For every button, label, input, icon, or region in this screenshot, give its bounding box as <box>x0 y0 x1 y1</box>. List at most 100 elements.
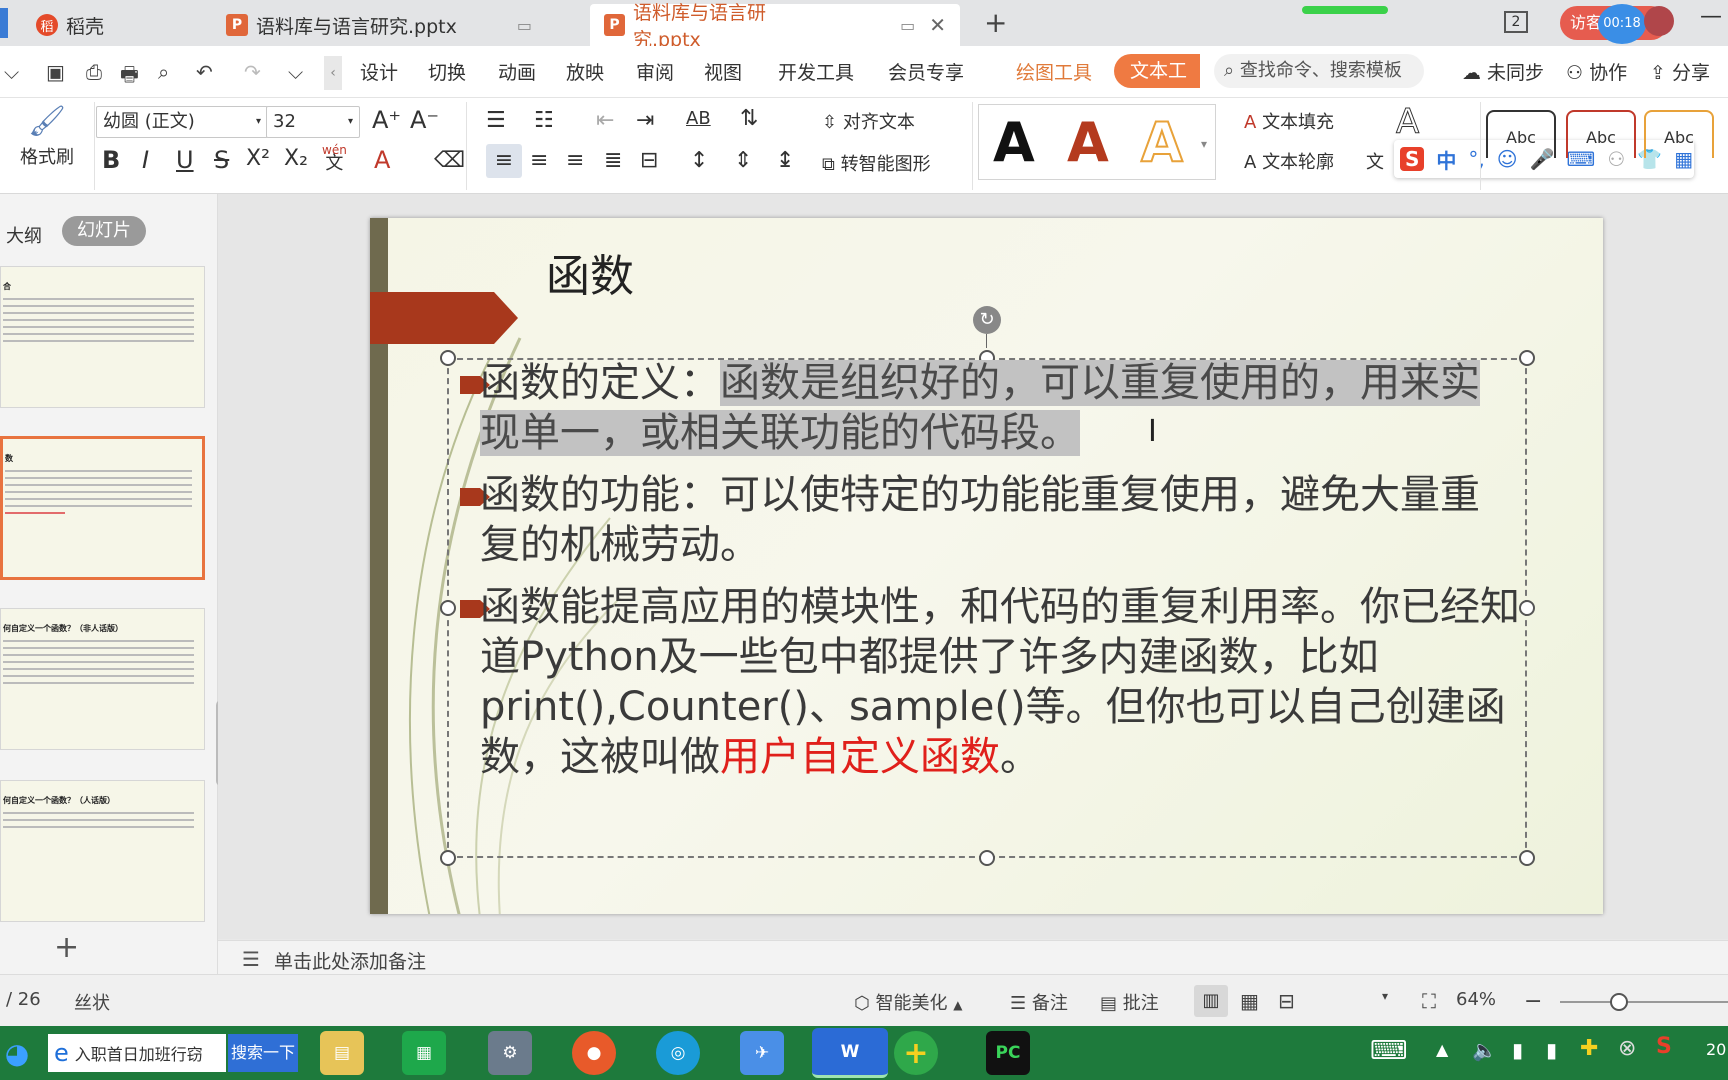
align-right-icon[interactable]: ≡ <box>566 148 584 173</box>
start-icon[interactable]: ◕ <box>0 1031 34 1075</box>
align-center-icon[interactable]: ≡ <box>530 148 548 173</box>
text-effects-label[interactable]: 文 <box>1366 148 1384 174</box>
resize-handle-se[interactable] <box>1519 850 1535 866</box>
decrease-indent-icon[interactable]: ⇤ <box>596 108 614 133</box>
collab-button[interactable]: ⚇ 协作 <box>1566 58 1627 85</box>
paragraph-spacing-icon[interactable]: ⇕ <box>734 148 752 173</box>
superscript-icon[interactable]: X² <box>246 146 270 171</box>
search-button[interactable]: 搜索一下 <box>228 1034 298 1072</box>
strikethrough-icon[interactable]: S <box>214 146 229 174</box>
slide-thumbnail-2[interactable]: 数 <box>0 436 205 580</box>
notes-toggle-button[interactable]: ☰ 备注 <box>1010 989 1068 1015</box>
tray-expand-icon[interactable]: ▲ <box>1436 1040 1448 1059</box>
phonetic-guide-button[interactable]: wén 文 <box>322 144 347 173</box>
smart-beautify-button[interactable]: ⬡ 智能美化 ▲ <box>854 989 962 1015</box>
system-tools-icon[interactable]: ⚙ <box>488 1031 532 1075</box>
print-preview-icon[interactable]: ⌕ <box>158 60 169 84</box>
sogou-icon[interactable]: S <box>1400 147 1425 171</box>
wordart-style-black[interactable]: A <box>993 111 1035 174</box>
screen-icon[interactable]: ▭ <box>517 16 532 35</box>
feishu-icon[interactable]: ✈ <box>740 1031 784 1075</box>
tab-doc-2[interactable]: P 语料库与语言研究.pptx ▭ ✕ <box>590 2 960 51</box>
zoom-out-icon[interactable]: − <box>1524 989 1542 1014</box>
underline-icon[interactable]: U <box>176 146 194 174</box>
close-circle-icon[interactable]: ⊗ <box>1618 1036 1636 1061</box>
text-outline-button[interactable]: A 文本轮廓 <box>1244 148 1334 174</box>
pycharm-icon[interactable]: PC <box>986 1031 1030 1075</box>
shape-style-1[interactable]: Abc <box>1486 110 1556 158</box>
resize-handle-w[interactable] <box>440 600 456 616</box>
menu-review[interactable]: 审阅 <box>636 58 674 85</box>
minimize-icon[interactable]: — <box>1700 4 1722 29</box>
numbering-icon[interactable]: ☷ <box>534 108 554 133</box>
screen-icon[interactable]: ▭ <box>900 16 915 35</box>
slide-thumbnail-4[interactable]: 何自定义一个函数？（人话版） <box>0 780 205 922</box>
keyboard-icon[interactable]: ⌨ <box>1370 1036 1408 1066</box>
unsync-button[interactable]: ☁ 未同步 <box>1462 58 1544 85</box>
font-name-select[interactable]: 幼圆 (正文) ▾ <box>96 106 268 138</box>
menu-text-tools[interactable]: 文本工具 <box>1114 54 1200 88</box>
tab-doc-1[interactable]: P 语料库与语言研究.pptx ▭ <box>212 4 582 46</box>
gallery-expand-icon[interactable]: ▾ <box>1201 137 1207 151</box>
undo-icon[interactable]: ↶ <box>196 60 213 84</box>
store-icon[interactable]: ▦ <box>402 1031 446 1075</box>
command-search[interactable]: ⌕ 查找命令、搜索模板 <box>1214 54 1424 88</box>
save-icon[interactable]: ▣ <box>46 60 65 84</box>
font-color-icon[interactable]: A <box>374 146 390 174</box>
spacing-icon[interactable]: ↨ <box>776 148 794 173</box>
reading-view-icon[interactable]: ⊟ <box>1278 989 1295 1013</box>
italic-icon[interactable]: I <box>142 146 149 174</box>
format-painter-button[interactable]: 🖌 格式刷 <box>16 104 78 169</box>
comments-button[interactable]: ▤ 批注 <box>1100 989 1159 1015</box>
quick-print-icon[interactable]: ⎙ <box>86 60 102 84</box>
smart-shape-button[interactable]: ⧉ 转智能图形 <box>822 150 931 176</box>
text-direction-icon[interactable]: AB <box>686 108 711 129</box>
menu-transition[interactable]: 切换 <box>428 58 466 85</box>
360-tray-icon[interactable]: ✚ <box>1580 1036 1598 1061</box>
chevron-down-icon[interactable]: ⌵ <box>4 60 19 84</box>
resize-handle-sw[interactable] <box>440 850 456 866</box>
subscript-icon[interactable]: X₂ <box>284 146 308 171</box>
bold-icon[interactable]: B <box>102 146 120 174</box>
slide-thumbnail-3[interactable]: 何自定义一个函数？（非人话版） <box>0 608 205 750</box>
eraser-icon[interactable]: ⌫ <box>434 148 465 173</box>
redo-icon[interactable]: ↷ <box>244 60 261 84</box>
volume-icon[interactable]: 🔈 <box>1472 1038 1497 1062</box>
font-shrink-icon[interactable]: A⁻ <box>410 106 439 134</box>
text-fill-button[interactable]: A 文本填充 <box>1244 108 1334 134</box>
ime-mode[interactable]: 中 <box>1436 145 1456 174</box>
fit-window-icon[interactable]: ⛶ <box>1422 989 1436 1013</box>
wps-taskbar-icon[interactable]: W <box>812 1028 888 1078</box>
new-tab-button[interactable]: + <box>984 6 1007 39</box>
slide-title[interactable]: 函数 <box>546 240 634 304</box>
share-button[interactable]: ⇪ 分享 <box>1650 58 1710 85</box>
chevron-down-icon[interactable]: ▾ <box>1382 989 1388 1003</box>
add-slide-button[interactable]: + <box>54 930 79 965</box>
page-count-badge[interactable]: 2 <box>1504 11 1528 33</box>
battery-icon[interactable]: ▮ <box>1512 1038 1523 1062</box>
menu-animation[interactable]: 动画 <box>498 58 536 85</box>
avatar[interactable] <box>1644 6 1674 36</box>
scroll-left-icon[interactable]: ‹ <box>324 56 342 90</box>
slides-tab[interactable]: 幻灯片 <box>62 216 146 246</box>
grid-view-icon[interactable]: ▦ <box>1240 989 1259 1013</box>
shape-style-2[interactable]: Abc <box>1566 110 1636 158</box>
punctuation-icon[interactable]: °, <box>1468 147 1484 171</box>
line-spacing-icon[interactable]: ↕ <box>690 148 708 173</box>
customize-icon[interactable]: ⌵ <box>288 60 303 84</box>
font-grow-icon[interactable]: A⁺ <box>372 106 401 134</box>
align-left-icon[interactable]: ≡ <box>486 144 522 178</box>
slide[interactable]: 函数 ↻ 函数的定义：函数是组织好的，可以重复使用的，用来实现单一，或相关联功能… <box>370 218 1603 914</box>
menu-slideshow[interactable]: 放映 <box>566 58 604 85</box>
resize-handle-ne[interactable] <box>1519 350 1535 366</box>
menu-member[interactable]: 会员专享 <box>888 58 964 85</box>
wordart-style-orange-outline[interactable]: A <box>1140 110 1184 175</box>
zoom-level[interactable]: 64% <box>1456 989 1496 1010</box>
slide-thumbnail-1[interactable]: 合 <box>0 266 205 408</box>
outline-tab[interactable]: 大纲 <box>6 222 42 248</box>
tab-home[interactable]: 稻 稻壳 <box>22 4 202 46</box>
rotate-handle-icon[interactable]: ↻ <box>973 306 1001 334</box>
menu-developer[interactable]: 开发工具 <box>778 58 854 85</box>
360-icon[interactable]: + <box>894 1031 938 1075</box>
print-icon[interactable]: 🖶 <box>120 60 139 94</box>
